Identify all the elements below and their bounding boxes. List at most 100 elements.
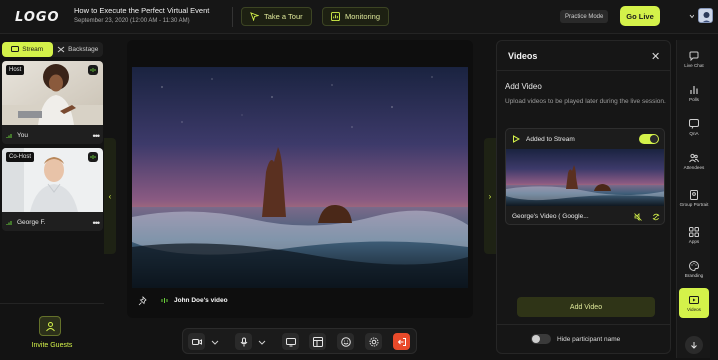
more-options-icon[interactable]: ••• <box>93 131 101 141</box>
take-tour-button[interactable]: Take a Tour <box>241 7 312 26</box>
top-header: LOGO How to Execute the Perfect Virtual … <box>0 0 718 34</box>
event-date: September 23, 2020 (12:00 AM - 11:30 AM) <box>74 18 190 24</box>
screen-share-button[interactable] <box>282 333 299 350</box>
stream-backstage-toggle: Stream Backstage <box>2 42 103 57</box>
participant-card-cohost[interactable]: Co-Host George F. ••• <box>2 148 103 231</box>
microphone-icon <box>240 337 247 346</box>
nav-group-portrait[interactable]: Group Portrait <box>679 180 709 216</box>
right-sidebar-nav: Live Chat Polls QnA Attendees Group Port… <box>676 40 710 358</box>
bar-chart-icon <box>331 12 340 21</box>
stream-icon <box>11 46 20 52</box>
cursor-icon <box>250 12 259 21</box>
chevron-down-icon[interactable] <box>211 338 219 346</box>
hide-name-toggle[interactable] <box>531 334 551 344</box>
video-item-name: George's Video ( Google... <box>512 213 589 220</box>
nav-label: Apps <box>688 238 700 244</box>
pin-icon[interactable] <box>138 296 148 306</box>
nav-attendees[interactable]: Attendees <box>679 146 709 176</box>
video-label: John Doe's video <box>161 297 228 304</box>
chevron-down-icon[interactable] <box>258 338 266 346</box>
nav-apps[interactable]: Apps <box>679 220 709 250</box>
app-root: LOGO How to Execute the Perfect Virtual … <box>0 0 718 360</box>
tab-stream[interactable]: Stream <box>2 42 53 57</box>
gear-icon <box>369 337 378 346</box>
nav-label: Group Portrait <box>679 201 709 207</box>
tab-backstage[interactable]: Backstage <box>53 42 104 57</box>
layout-icon <box>312 336 323 347</box>
take-tour-label: Take a Tour <box>264 12 303 21</box>
event-info: How to Execute the Perfect Virtual Event… <box>74 5 209 26</box>
replace-icon[interactable] <box>652 213 660 221</box>
scroll-down-button[interactable] <box>685 336 703 354</box>
signal-icon <box>6 133 12 138</box>
camera-icon <box>191 338 202 345</box>
monitoring-button[interactable]: Monitoring <box>322 7 390 26</box>
hide-participant-name-row: Hide participant name <box>531 334 620 344</box>
chevron-down-icon[interactable] <box>680 12 694 22</box>
nav-qna[interactable]: QnA <box>679 112 709 142</box>
role-badge-host: Host <box>6 65 25 75</box>
videos-icon <box>689 295 699 304</box>
nav-polls[interactable]: Polls <box>679 78 709 108</box>
polls-icon <box>690 85 698 94</box>
microphone-button[interactable] <box>235 333 252 350</box>
invite-guests-button[interactable]: Invite Guests <box>0 303 104 358</box>
video-item-header: Added to Stream <box>506 129 664 149</box>
main-video[interactable] <box>132 67 468 288</box>
nav-branding[interactable]: Branding <box>679 254 709 284</box>
play-icon[interactable] <box>512 135 520 143</box>
participants-panel: Stream Backstage Host You ••• Co-Host Ge… <box>0 40 104 358</box>
signal-icon <box>6 220 12 225</box>
chevron-left-icon: ‹ <box>108 191 112 201</box>
audio-level-icon <box>161 298 168 303</box>
video-item-thumbnail <box>506 149 664 206</box>
more-options-icon[interactable]: ••• <box>93 218 101 228</box>
collapse-right-handle[interactable]: › <box>484 138 496 254</box>
group-portrait-icon <box>690 189 698 200</box>
participant-name: You <box>17 132 28 139</box>
participant-card-host[interactable]: Host You ••• <box>2 61 103 144</box>
user-avatar[interactable] <box>698 8 713 23</box>
add-video-heading: Add Video <box>505 82 542 91</box>
emoji-icon <box>340 336 351 347</box>
audio-level-icon <box>88 65 98 75</box>
participant-footer: You ••• <box>2 127 103 144</box>
panel-divider <box>497 324 670 325</box>
audio-level-icon <box>88 152 98 162</box>
nav-label: QnA <box>689 130 699 136</box>
chat-icon <box>689 51 699 61</box>
video-status-label: Added to Stream <box>526 135 575 143</box>
collapse-left-handle[interactable]: ‹ <box>104 138 116 254</box>
arrow-down-icon <box>691 342 697 349</box>
stream-toggle[interactable] <box>639 134 659 144</box>
camera-button[interactable] <box>188 333 205 350</box>
nav-label: Live Chat <box>684 62 704 68</box>
monitoring-label: Monitoring <box>345 12 381 21</box>
leave-button[interactable] <box>393 333 410 350</box>
nav-videos[interactable]: Videos <box>679 288 709 318</box>
nav-live-chat[interactable]: Live Chat <box>679 44 709 74</box>
tab-backstage-label: Backstage <box>68 46 99 53</box>
go-live-button[interactable]: Go Live <box>620 6 660 26</box>
tab-stream-label: Stream <box>22 46 44 53</box>
hide-name-label: Hide participant name <box>557 335 621 343</box>
main-stage: John Doe's video <box>127 40 473 318</box>
videos-panel: Videos ✕ Add Video Upload videos to be p… <box>496 40 671 354</box>
video-owner-label: John Doe's video <box>174 297 228 304</box>
video-item-card[interactable]: Added to Stream George's Video ( Google.… <box>505 128 665 225</box>
nav-label: Polls <box>689 96 699 102</box>
role-badge-cohost: Co-Host <box>6 152 35 162</box>
close-icon[interactable]: ✕ <box>651 50 660 63</box>
reactions-button[interactable] <box>337 333 354 350</box>
settings-button[interactable] <box>365 333 382 350</box>
logo: LOGO <box>15 10 60 25</box>
layout-button[interactable] <box>309 333 326 350</box>
screen-share-icon <box>285 337 296 346</box>
attendees-icon <box>689 153 699 162</box>
nav-label: Attendees <box>683 164 705 170</box>
add-video-button[interactable]: Add Video <box>517 297 655 317</box>
add-video-description: Upload videos to be played later during … <box>505 98 666 105</box>
participant-footer: George F. ••• <box>2 214 103 231</box>
participant-name: George F. <box>17 219 46 226</box>
mute-icon[interactable] <box>634 212 642 221</box>
